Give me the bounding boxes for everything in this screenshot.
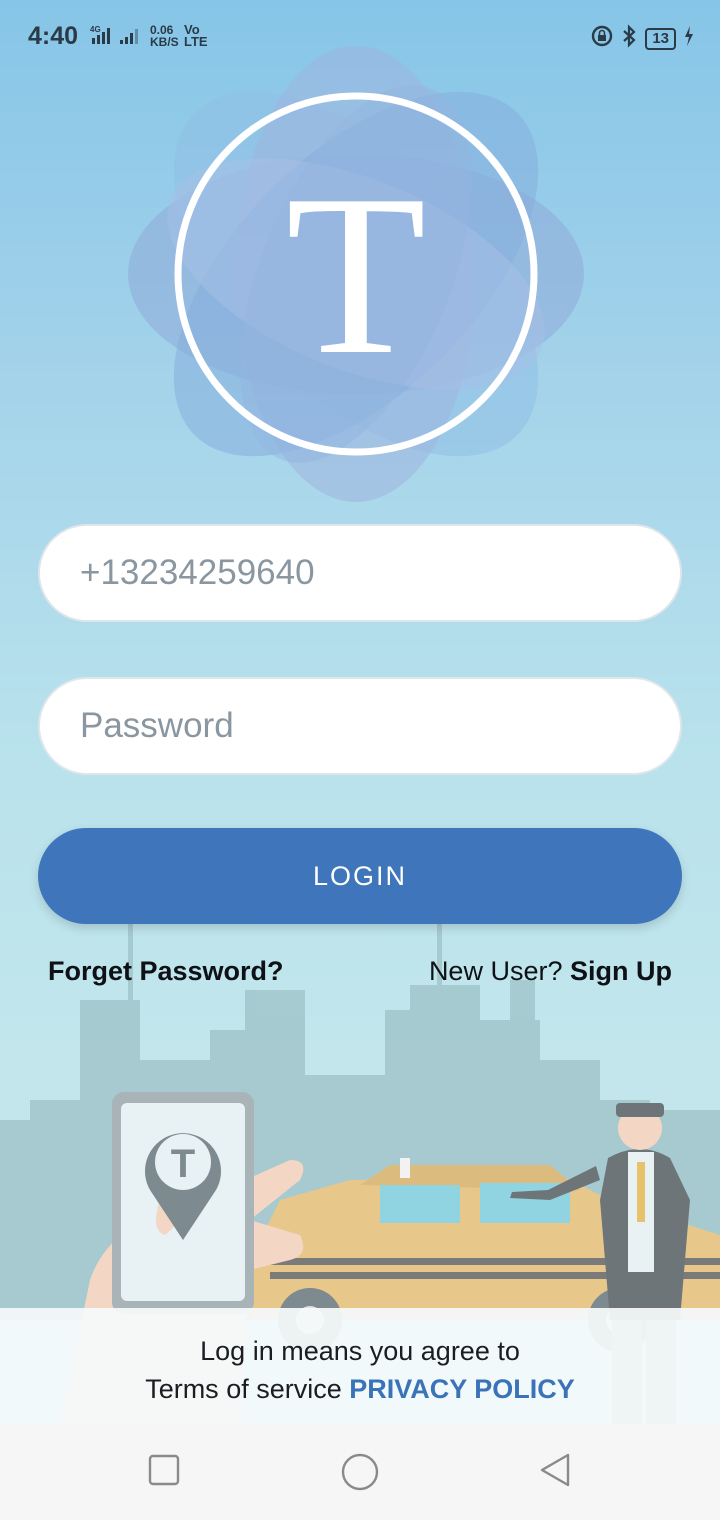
app-logo: T <box>126 44 586 504</box>
phone-input[interactable] <box>38 524 682 622</box>
new-user-text: New User? <box>428 956 563 986</box>
logo-letter: T <box>286 147 427 402</box>
agreement-line: Log in means you agree to <box>200 1336 520 1366</box>
password-input[interactable] <box>38 677 682 775</box>
back-triangle-icon[interactable] <box>538 1452 574 1493</box>
svg-text:4G: 4G <box>90 25 101 34</box>
privacy-policy-link[interactable]: PRIVACY POLICY <box>349 1374 575 1404</box>
agreement-terms-line: Terms of service PRIVACY POLICY <box>0 1370 720 1408</box>
battery-icon: 13 <box>645 27 676 50</box>
forget-password-link[interactable]: Forget Password? <box>48 956 284 987</box>
status-time: 4:40 <box>28 22 79 50</box>
login-button[interactable]: LOGIN <box>38 828 682 924</box>
signup-row: New User? Sign Up <box>429 956 672 987</box>
agreement-panel: Log in means you agree to Terms of servi… <box>0 1308 720 1424</box>
terms-of-service-text: Terms of service <box>145 1374 342 1404</box>
navigation-bar <box>0 1424 720 1520</box>
recents-square-icon[interactable] <box>146 1452 182 1493</box>
charging-icon <box>684 26 694 51</box>
lock-rotation-icon <box>591 25 613 52</box>
pin-letter: T <box>171 1142 195 1186</box>
home-circle-icon[interactable] <box>340 1452 380 1497</box>
status-icons: 13 <box>591 24 694 53</box>
sign-up-link[interactable]: Sign Up <box>570 956 672 986</box>
bluetooth-icon <box>621 24 637 53</box>
